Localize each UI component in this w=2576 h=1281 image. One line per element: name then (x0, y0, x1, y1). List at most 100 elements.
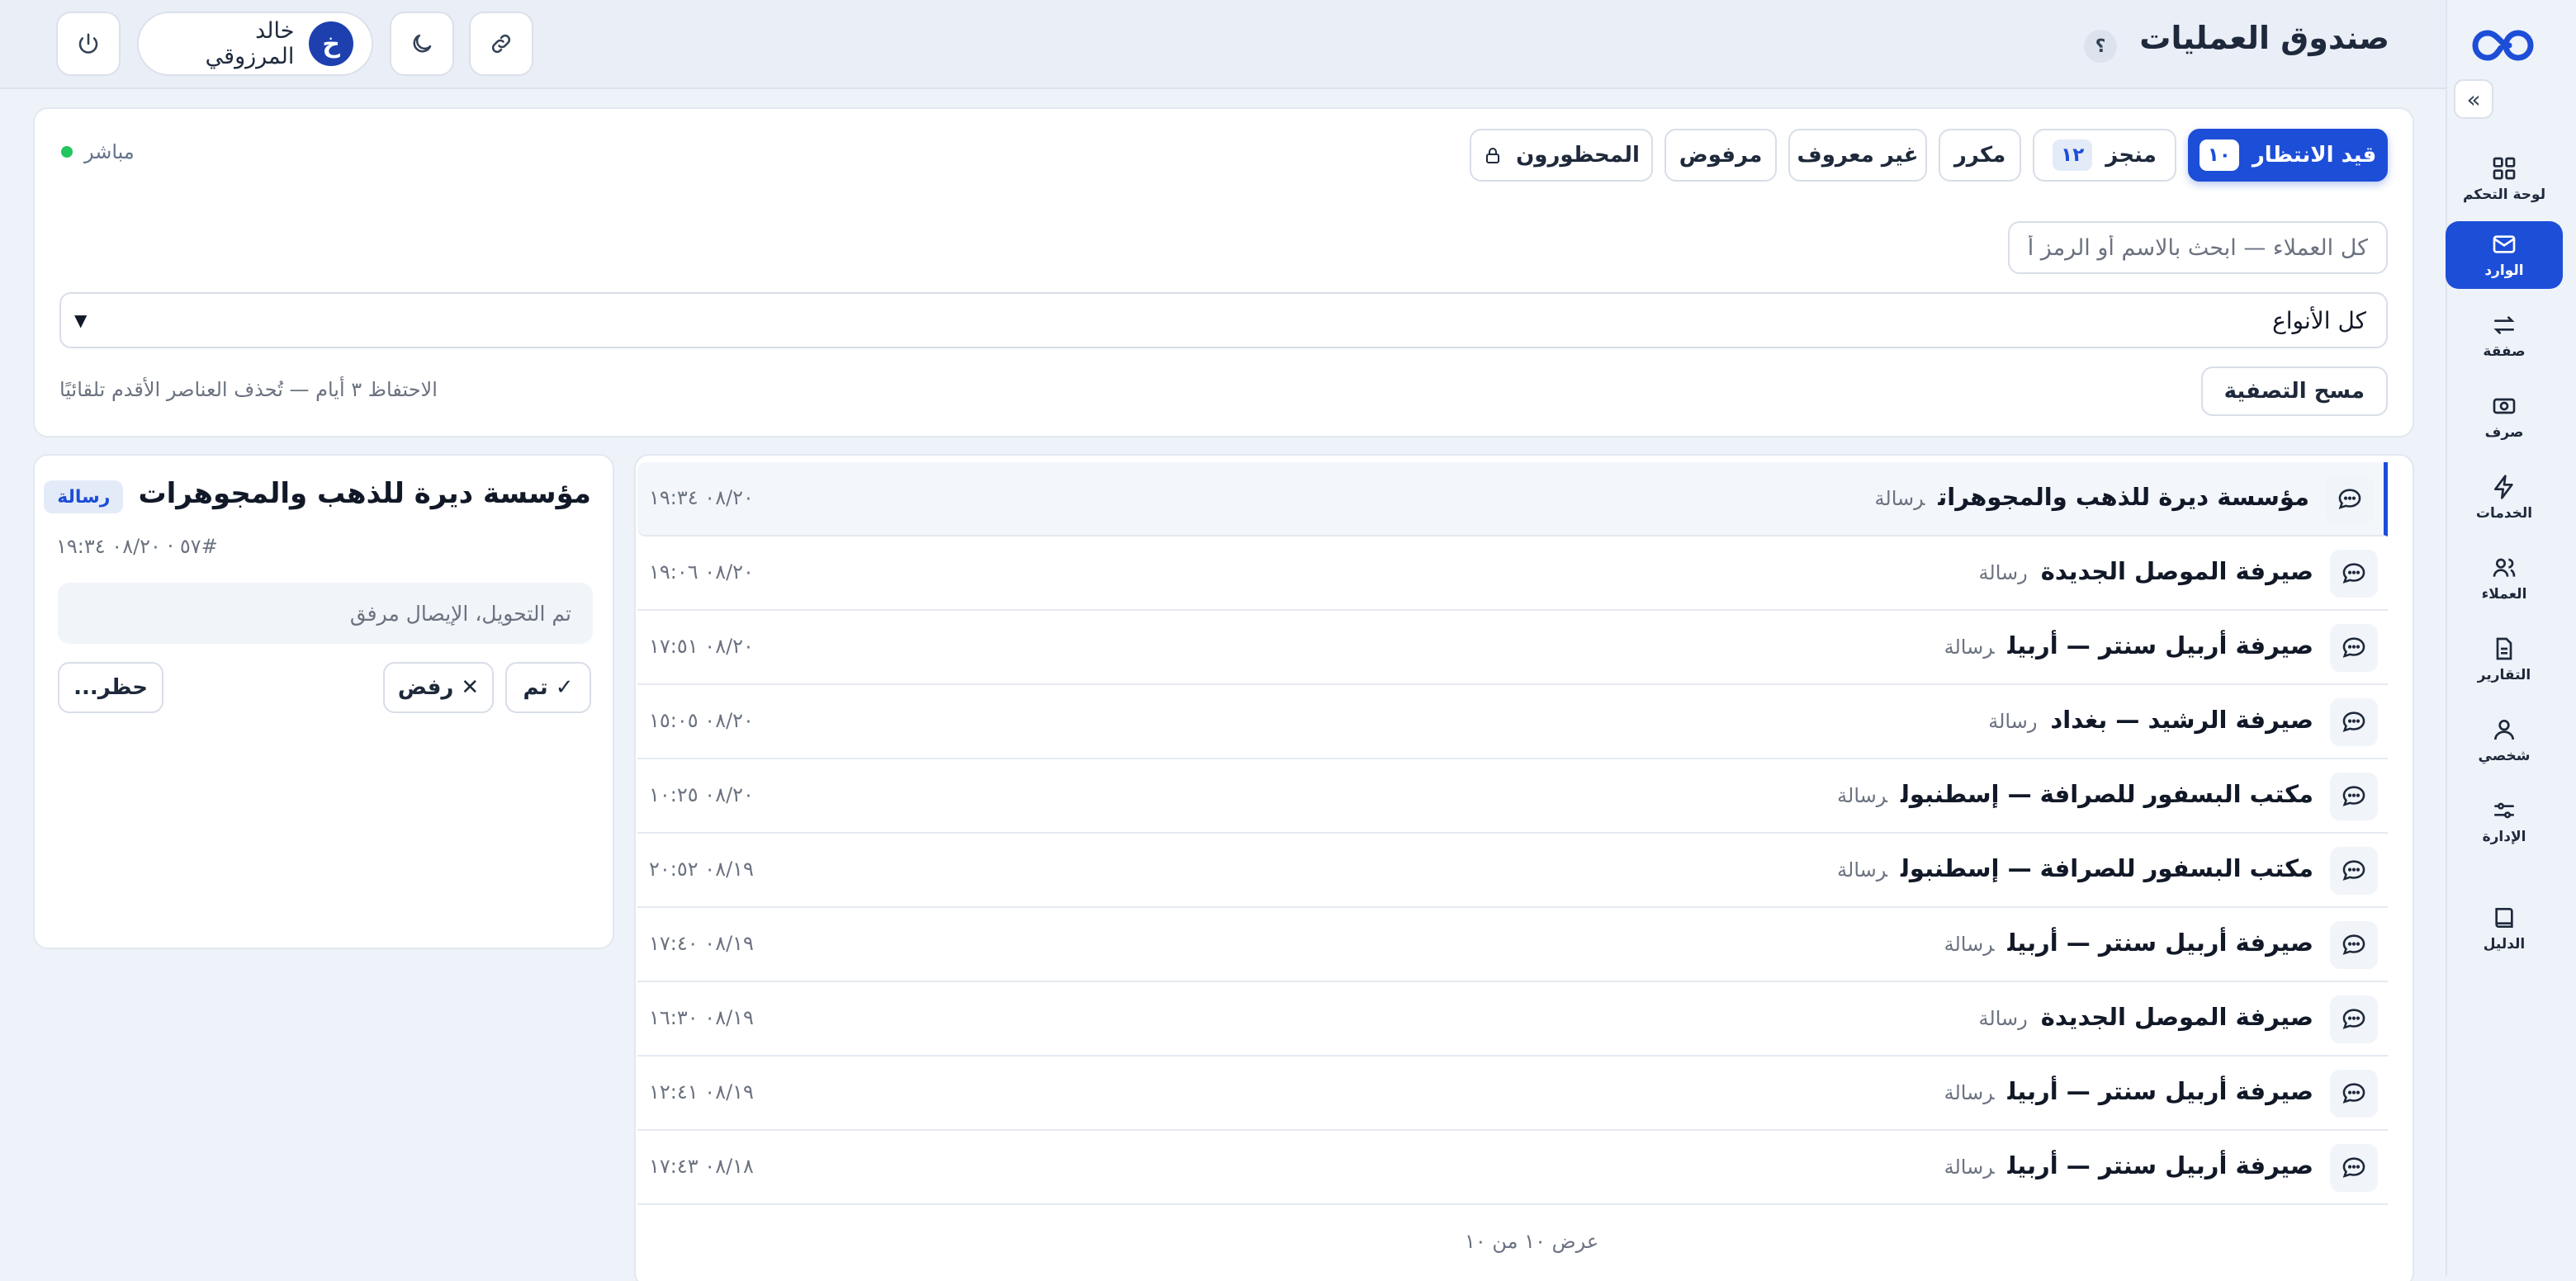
user-name: خالد المرزوقي (205, 18, 295, 69)
sidebar-item-label: التقارير (2477, 667, 2531, 683)
collapse-sidebar-button[interactable]: » (2454, 79, 2493, 119)
tab-blocked[interactable]: المحظورون (1470, 129, 1653, 182)
done-button[interactable]: ✓ تم (505, 662, 591, 713)
theme-toggle-button[interactable] (390, 12, 454, 76)
client-name: مكتب البسفور للصرافة — إسطنبول (1901, 854, 2313, 882)
list-item-name: صيرفة أربيل سنتر — أربيل رسالة (1944, 1151, 2313, 1179)
message-type: رسالة (1874, 487, 1925, 510)
tab-label: المحظورون (1516, 143, 1640, 168)
book-icon (2495, 908, 2513, 928)
top-header: صندوق العمليات ؟ خ خالد المرزوقي (0, 0, 2446, 89)
list-item[interactable]: مكتب البسفور للصرافة — إسطنبول رسالة ٠٨/٢٠… (637, 759, 2388, 834)
sidebar-item-admin[interactable]: الإدارة (2446, 787, 2563, 855)
list-item-time: ٠٨/١٩ ٢٠:٥٢ (649, 858, 754, 881)
sidebar-item-clients[interactable]: العملاء (2446, 545, 2563, 612)
chat-icon (2330, 921, 2378, 969)
avatar: خ (309, 21, 353, 66)
chevron-down-icon: ▼ (74, 310, 88, 330)
tab-pending[interactable]: قيد الانتظار ١٠ (2188, 129, 2388, 182)
live-indicator: مباشر (61, 140, 135, 163)
power-icon (78, 33, 98, 54)
list-item[interactable]: صيرفة أربيل سنتر — أربيل رسالة ٠٨/١٩ ١٢:٤١ (637, 1056, 2388, 1131)
sidebar-item-personal[interactable]: شخصي (2446, 707, 2563, 774)
tab-rejected[interactable]: مرفوض (1664, 129, 1777, 182)
client-name: مكتب البسفور للصرافة — إسطنبول (1901, 780, 2313, 808)
list-item[interactable]: مؤسسة ديرة للذهب والمجوهرات رسالة ٠٨/٢٠ ١٩… (637, 462, 2388, 537)
moon-icon (413, 34, 432, 53)
logout-button[interactable] (56, 12, 121, 76)
tab-count: ١٢ (2053, 139, 2093, 171)
list-item-time: ٠٨/٢٠ ١٩:٠٦ (649, 560, 754, 584)
sidebar-item-label: الخدمات (2475, 505, 2533, 522)
list-footer-count: عرض ١٠ من ١٠ (1465, 1230, 1599, 1253)
sidebar-item-guide[interactable]: الدليل (2446, 895, 2563, 962)
list-item[interactable]: صيرفة الموصل الجديدة رسالة ٠٨/١٩ ١٦:٣٠ (637, 982, 2388, 1056)
list-item[interactable]: مكتب البسفور للصرافة — إسطنبول رسالة ٠٨/١٩… (637, 834, 2388, 908)
message-type: رسالة (1978, 1007, 2028, 1030)
tab-label: غير معروف (1797, 143, 1919, 168)
type-select[interactable]: كل الأنواع ▼ (59, 292, 2388, 348)
report-icon (2496, 637, 2512, 660)
sidebar-item-services[interactable]: الخدمات (2446, 464, 2563, 532)
sidebar-item-label: الدليل (2483, 936, 2526, 952)
tab-done[interactable]: منجز ١٢ (2033, 129, 2176, 182)
list-item-name: صيرفة أربيل سنتر — أربيل رسالة (1944, 631, 2313, 659)
client-name: صيرفة الموصل الجديدة (2040, 1003, 2313, 1031)
message-type: رسالة (1837, 784, 1888, 807)
client-name: مؤسسة ديرة للذهب والمجوهرات (1938, 483, 2309, 511)
tab-unknown[interactable]: غير معروف (1788, 129, 1927, 182)
chat-icon (2330, 550, 2378, 598)
exchange-icon (2493, 316, 2515, 334)
chat-icon (2330, 624, 2378, 672)
clear-filter-button[interactable]: مسح التصفية (2200, 366, 2388, 416)
client-name: صيرفة أربيل سنتر — أربيل (2007, 929, 2313, 957)
chat-icon (2330, 698, 2378, 746)
list-item-name: صيرفة أربيل سنتر — أربيل رسالة (1944, 1077, 2313, 1105)
link-button[interactable] (469, 12, 533, 76)
tab-label: قيد الانتظار (2252, 143, 2377, 168)
sidebar-item-dashboard[interactable]: لوحة التحكم (2446, 145, 2563, 213)
chat-icon (2330, 773, 2378, 820)
search-input[interactable] (2008, 221, 2388, 274)
message-type: رسالة (1944, 1081, 1995, 1104)
list-item-time: ٠٨/٢٠ ١٩:٣٤ (649, 486, 754, 509)
tab-duplicate[interactable]: مكرر (1939, 129, 2021, 182)
list-item[interactable]: صيرفة أربيل سنتر — أربيل رسالة ٠٨/٢٠ ١٧:٥١ (637, 611, 2388, 685)
sidebar-item-label: لوحة التحكم (2462, 187, 2546, 203)
detail-note-field[interactable]: تم التحويل، الإيصال مرفق (58, 583, 593, 644)
detail-type-badge: رسالة (44, 480, 124, 513)
user-menu[interactable]: خ خالد المرزوقي (137, 12, 373, 76)
list-item-name: صيرفة الرشيد — بغداد رسالة (1988, 706, 2313, 734)
sidebar-item-deal[interactable]: صفقة (2446, 302, 2563, 370)
sidebar-item-reports[interactable]: التقارير (2446, 626, 2563, 693)
list-item[interactable]: صيرفة الرشيد — بغداد رسالة ٠٨/٢٠ ١٥:٠٥ (637, 685, 2388, 759)
list-item[interactable]: صيرفة الموصل الجديدة رسالة ٠٨/٢٠ ١٩:٠٦ (637, 537, 2388, 611)
live-dot (61, 146, 73, 158)
list-item-name: صيرفة الموصل الجديدة رسالة (1979, 557, 2313, 585)
reject-button[interactable]: ✕ رفض (383, 662, 494, 713)
sidebar-item-inbox[interactable]: الوارد (2446, 221, 2563, 289)
chat-icon (2330, 847, 2378, 895)
sidebar-item-label: شخصي (2478, 748, 2531, 764)
detail-title: مؤسسة ديرة للذهب والمجوهرات (138, 477, 591, 510)
message-type: رسالة (1978, 561, 2028, 584)
type-select-value: كل الأنواع (2272, 306, 2366, 334)
chat-icon (2326, 475, 2374, 523)
sidebar-item-exchange[interactable]: صرف (2446, 383, 2563, 451)
sidebar-item-label: الإدارة (2482, 829, 2526, 845)
help-icon[interactable]: ؟ (2084, 30, 2117, 63)
list-item-time: ٠٨/١٩ ١٧:٤٠ (649, 932, 754, 955)
cash-icon (2493, 398, 2516, 414)
tab-label: منجز (2105, 143, 2157, 168)
message-type: رسالة (1944, 636, 1995, 659)
list-item[interactable]: صيرفة أربيل سنتر — أربيل رسالة ٠٨/١٩ ١٧:٤٠ (637, 908, 2388, 982)
sidebar-item-label: العملاء (2481, 586, 2527, 603)
detail-meta: #٥٧ · ٠٨/٢٠ ١٩:٣٤ (56, 535, 218, 558)
list-item-name: مكتب البسفور للصرافة — إسطنبول رسالة (1837, 780, 2313, 808)
block-button[interactable]: حظر... (58, 662, 163, 713)
client-name: صيرفة أربيل سنتر — أربيل (2007, 1151, 2313, 1179)
message-type: رسالة (1944, 933, 1995, 956)
list-item[interactable]: صيرفة أربيل سنتر — أربيل رسالة ٠٨/١٨ ١٧:٤٣ (637, 1131, 2388, 1205)
list-item-time: ٠٨/٢٠ ١٧:٥١ (649, 635, 754, 658)
message-type: رسالة (1944, 1156, 1995, 1179)
